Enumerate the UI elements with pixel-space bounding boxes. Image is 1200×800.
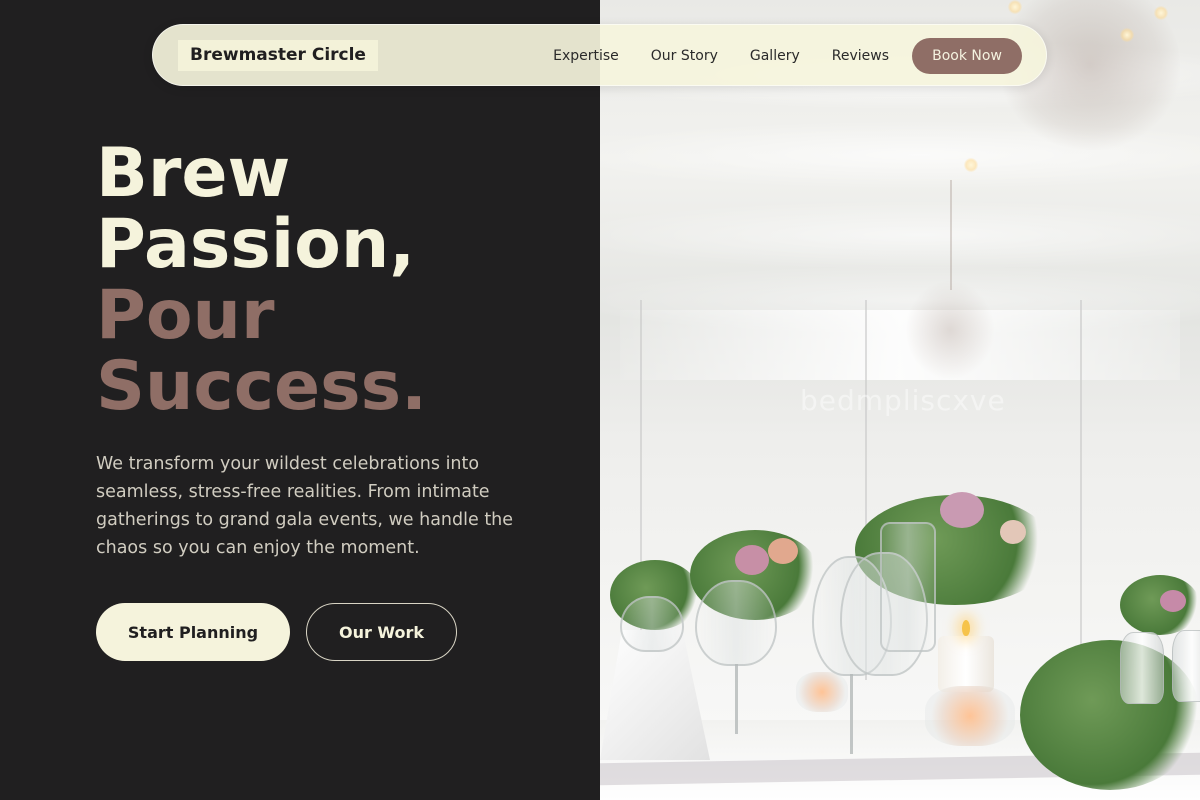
light-bulb bbox=[1154, 6, 1168, 20]
nav-links: Expertise Our Story Gallery Reviews bbox=[553, 25, 889, 87]
hero-title-line-accent: Pour bbox=[96, 276, 275, 355]
light-bulb bbox=[964, 158, 978, 172]
our-work-button[interactable]: Our Work bbox=[306, 603, 457, 661]
chandelier-chain bbox=[950, 180, 952, 290]
pepper-shaker bbox=[1172, 630, 1200, 702]
flower bbox=[768, 538, 798, 564]
flower bbox=[940, 492, 984, 528]
salt-shaker bbox=[1120, 632, 1164, 704]
nav-link-reviews[interactable]: Reviews bbox=[832, 48, 889, 64]
pillar-candle bbox=[938, 636, 994, 692]
chandelier bbox=[905, 280, 995, 380]
water-glass bbox=[620, 596, 684, 652]
hero-title: Brew Passion, Pour Success. bbox=[96, 138, 427, 422]
nav-link-gallery[interactable]: Gallery bbox=[750, 48, 800, 64]
hero-title-line-accent: Success. bbox=[96, 347, 427, 426]
light-bulb bbox=[1008, 0, 1022, 14]
nav-link-our-story[interactable]: Our Story bbox=[651, 48, 718, 64]
hero-title-line: Passion, bbox=[96, 205, 416, 284]
window-frame bbox=[1080, 300, 1082, 680]
window-light bbox=[620, 310, 1180, 380]
hero-title-line: Brew bbox=[96, 134, 291, 213]
start-planning-button[interactable]: Start Planning bbox=[96, 603, 290, 661]
hero-description: We transform your wildest celebrations i… bbox=[96, 454, 514, 558]
brand-logo[interactable]: Brewmaster Circle bbox=[178, 40, 378, 71]
tealight-holder bbox=[925, 686, 1015, 746]
water-carafe bbox=[880, 522, 936, 652]
wine-glass bbox=[695, 580, 777, 666]
flower bbox=[1160, 590, 1186, 612]
ceiling-drape bbox=[600, 200, 1200, 270]
top-navigation: Brewmaster Circle Expertise Our Story Ga… bbox=[152, 24, 1047, 86]
book-now-button[interactable]: Book Now bbox=[912, 38, 1022, 74]
glass-stem bbox=[850, 674, 853, 754]
flower bbox=[735, 545, 769, 575]
image-watermark: bedmpliscxve bbox=[800, 384, 1006, 417]
flower bbox=[1000, 520, 1026, 544]
nav-link-expertise[interactable]: Expertise bbox=[553, 48, 619, 64]
tealight-holder bbox=[796, 672, 848, 712]
glass-stem bbox=[735, 664, 738, 734]
light-bulb bbox=[1120, 28, 1134, 42]
candle-flame bbox=[962, 620, 970, 636]
hero-image: bedmpliscxve bbox=[600, 0, 1200, 800]
